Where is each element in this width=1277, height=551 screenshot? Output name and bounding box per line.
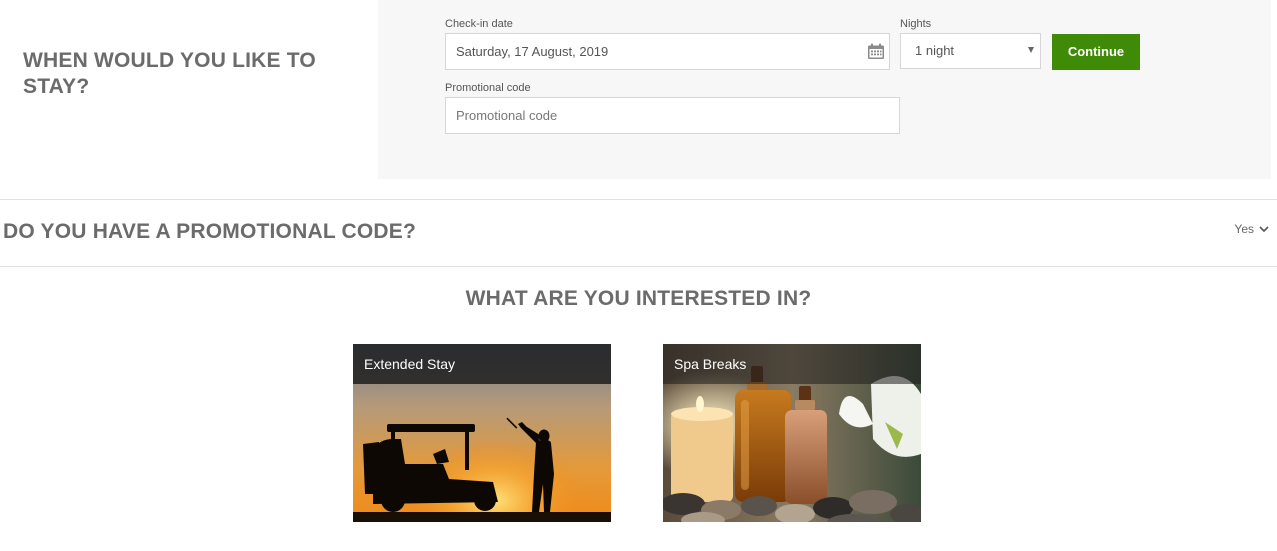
continue-button[interactable]: Continue: [1052, 34, 1140, 70]
checkin-date-field[interactable]: Saturday, 17 August, 2019: [445, 33, 890, 70]
card-title-bar: Extended Stay: [353, 344, 611, 384]
stay-section: WHEN WOULD YOU LIKE TO STAY? Check-in da…: [0, 0, 1277, 180]
promo-code-input[interactable]: [445, 97, 900, 134]
nights-label: Nights: [900, 18, 932, 30]
card-title: Spa Breaks: [674, 356, 747, 372]
chevron-down-icon: [1259, 226, 1269, 233]
promo-code-row: DO YOU HAVE A PROMOTIONAL CODE? Yes: [0, 199, 1277, 267]
promo-toggle-label: Yes: [1234, 222, 1254, 236]
card-title: Extended Stay: [364, 356, 456, 372]
stay-heading: WHEN WOULD YOU LIKE TO STAY?: [23, 49, 316, 98]
booking-panel: Check-in date Saturday, 17 August, 2019 …: [378, 0, 1271, 179]
interest-card-spa-breaks[interactable]: Spa Breaks: [663, 344, 921, 522]
calendar-icon[interactable]: [867, 43, 885, 60]
promo-code-label: Promotional code: [445, 82, 531, 94]
card-title-bar: Spa Breaks: [663, 344, 921, 384]
caret-down-icon: [1028, 47, 1034, 53]
interest-card-extended-stay[interactable]: Extended Stay: [353, 344, 611, 522]
checkin-date-value: Saturday, 17 August, 2019: [456, 44, 609, 59]
nights-select[interactable]: 1 night: [900, 33, 1041, 69]
interests-heading: WHAT ARE YOU INTERESTED IN?: [465, 287, 812, 310]
promo-toggle[interactable]: Yes: [1234, 222, 1269, 236]
checkin-label: Check-in date: [445, 18, 513, 30]
promo-question: DO YOU HAVE A PROMOTIONAL CODE?: [3, 220, 417, 243]
nights-value: 1 night: [915, 43, 955, 58]
